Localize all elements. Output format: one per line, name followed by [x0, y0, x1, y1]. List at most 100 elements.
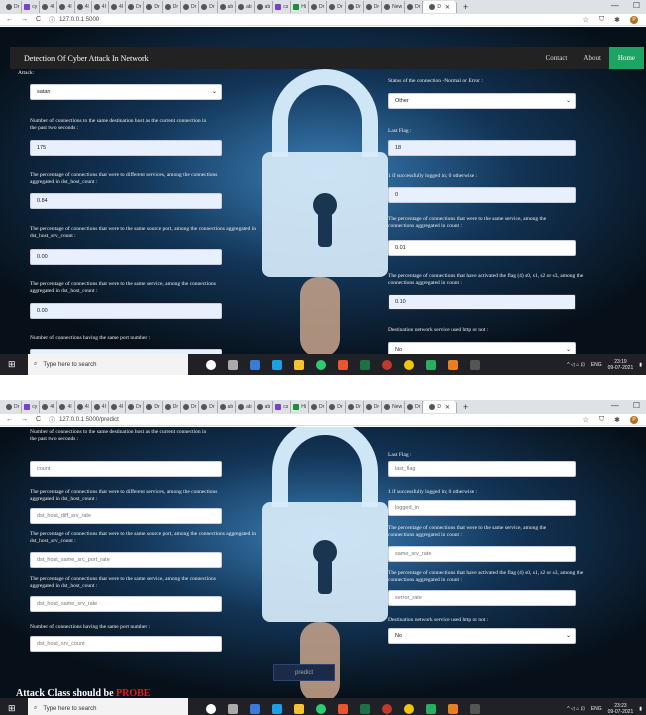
- diff-input[interactable]: 0.84: [30, 193, 222, 209]
- avatar[interactable]: P: [630, 415, 638, 424]
- serror-input[interactable]: serror_rate: [388, 590, 576, 606]
- browser-tab[interactable]: 4I: [75, 401, 92, 413]
- browser-tab[interactable]: cy: [22, 1, 41, 13]
- browser-tab[interactable]: Dr: [309, 401, 328, 413]
- app-icon[interactable]: [382, 359, 392, 370]
- notification-icon[interactable]: ▮: [639, 706, 642, 712]
- store-icon[interactable]: [250, 359, 260, 370]
- diff-input[interactable]: dst_host_diff_srv_rate: [30, 508, 222, 524]
- browser-tab[interactable]: New: [382, 1, 406, 13]
- count-input[interactable]: 175: [30, 140, 222, 156]
- explorer-icon[interactable]: [294, 359, 304, 370]
- browser-tab[interactable]: Dr: [405, 401, 424, 413]
- browser-tab[interactable]: Dr: [181, 401, 200, 413]
- office-icon[interactable]: [338, 359, 348, 370]
- browser-tab[interactable]: cy: [22, 401, 41, 413]
- url-field[interactable]: 127.0.0.1:5000/predict: [59, 417, 119, 423]
- samesrv-input[interactable]: 0.01: [388, 240, 576, 256]
- browser-tab[interactable]: 4I: [75, 1, 92, 13]
- browser-tab[interactable]: cs: [273, 1, 292, 13]
- nav-about[interactable]: About: [575, 54, 609, 62]
- browser-tab[interactable]: 4I: [92, 401, 109, 413]
- windows-start-icon[interactable]: ⊞: [8, 359, 22, 370]
- back-icon[interactable]: ←: [6, 16, 13, 23]
- browser-tab[interactable]: Dr: [126, 1, 145, 13]
- language[interactable]: ENG: [591, 362, 602, 368]
- browser-tab[interactable]: 4I: [109, 401, 127, 413]
- avatar[interactable]: P: [630, 15, 638, 24]
- puzzle-icon[interactable]: ✱: [614, 416, 620, 424]
- url-field[interactable]: 127.0.0.1:5000: [59, 17, 99, 23]
- browser-tab[interactable]: Dr: [364, 1, 383, 13]
- status-select[interactable]: Other ⌄: [388, 93, 576, 109]
- close-tab-icon[interactable]: ✕: [445, 404, 450, 411]
- info-icon[interactable]: ⓘ: [49, 415, 55, 424]
- browser-tab[interactable]: ab: [255, 401, 274, 413]
- forward-icon[interactable]: →: [21, 16, 28, 23]
- count-input[interactable]: count: [30, 461, 222, 477]
- http-select[interactable]: No ⌄: [388, 342, 576, 354]
- srcport-input[interactable]: dst_host_same_src_port_rate: [30, 552, 222, 568]
- nav-contact[interactable]: Contact: [538, 54, 576, 62]
- app-icon[interactable]: [316, 359, 326, 370]
- browser-tab-active[interactable]: D ✕: [423, 1, 458, 13]
- store-icon[interactable]: [250, 703, 260, 714]
- browser-tab[interactable]: ab: [236, 401, 255, 413]
- app-icon[interactable]: [448, 703, 458, 714]
- star-icon[interactable]: ☆: [583, 416, 589, 424]
- task-view-icon[interactable]: [228, 703, 238, 714]
- extension-icon[interactable]: ⛉: [599, 16, 604, 24]
- windows-start-icon[interactable]: ⊞: [8, 703, 22, 714]
- maximize-icon[interactable]: ☐: [633, 1, 640, 10]
- clock[interactable]: 23:23 09-07-2021: [608, 703, 634, 715]
- predict-button[interactable]: predict: [273, 664, 335, 681]
- browser-tab[interactable]: Dr: [346, 401, 364, 413]
- app-icon[interactable]: [448, 359, 458, 370]
- tray-icons[interactable]: ^ ◁ ⌂ ⊡: [567, 706, 585, 712]
- browser-tab[interactable]: 4I: [40, 401, 58, 413]
- app-icon[interactable]: [470, 703, 480, 714]
- browser-tab[interactable]: Dr: [327, 1, 346, 13]
- star-icon[interactable]: ☆: [583, 16, 589, 24]
- extension-icon[interactable]: ⛉: [599, 416, 604, 424]
- srcport-input[interactable]: 0.00: [30, 249, 222, 265]
- browser-tab[interactable]: cs: [273, 401, 292, 413]
- app-icon[interactable]: [382, 703, 392, 714]
- browser-tab[interactable]: Dr: [4, 1, 23, 13]
- browser-tab[interactable]: ab: [218, 401, 237, 413]
- browser-tab[interactable]: Dr: [199, 1, 218, 13]
- reload-icon[interactable]: C: [36, 416, 41, 423]
- browser-tab[interactable]: ab: [218, 1, 237, 13]
- reload-icon[interactable]: C: [36, 16, 41, 23]
- browser-tab[interactable]: 4I: [92, 1, 109, 13]
- browser-tab[interactable]: Dr: [144, 1, 163, 13]
- samesrv2-input[interactable]: dst_host_same_srv_rate: [30, 596, 222, 612]
- browser-tab[interactable]: Dr: [346, 1, 364, 13]
- browser-tab[interactable]: Dr: [163, 1, 181, 13]
- office-icon[interactable]: [338, 703, 348, 714]
- browser-tab[interactable]: Dr: [309, 1, 328, 13]
- flag-input[interactable]: 18: [388, 140, 576, 156]
- browser-tab[interactable]: ab: [236, 1, 255, 13]
- cortana-icon[interactable]: [206, 703, 216, 714]
- samesrv2-input[interactable]: 0.00: [30, 303, 222, 319]
- browser-tab[interactable]: Dr: [163, 401, 181, 413]
- back-icon[interactable]: ←: [6, 416, 13, 423]
- logged-input[interactable]: 0: [388, 187, 576, 203]
- excel-icon[interactable]: [360, 359, 370, 370]
- app-icon[interactable]: [426, 359, 436, 370]
- chrome-icon[interactable]: [404, 703, 414, 714]
- close-tab-icon[interactable]: ✕: [445, 4, 450, 11]
- browser-tab[interactable]: Hi: [291, 1, 309, 13]
- browser-tab[interactable]: Dr: [126, 401, 145, 413]
- browser-tab-active[interactable]: D ✕: [423, 401, 458, 413]
- logged-input[interactable]: logged_in: [388, 500, 576, 516]
- browser-tab[interactable]: New: [382, 401, 406, 413]
- taskbar-search[interactable]: ⌕ Type here to search: [28, 698, 188, 715]
- browser-tab[interactable]: 4I: [57, 401, 75, 413]
- browser-tab[interactable]: Dr: [364, 401, 383, 413]
- notification-icon[interactable]: ▮: [639, 362, 642, 368]
- browser-tab[interactable]: ab: [255, 1, 274, 13]
- language[interactable]: ENG: [591, 706, 602, 712]
- cortana-icon[interactable]: [206, 359, 216, 370]
